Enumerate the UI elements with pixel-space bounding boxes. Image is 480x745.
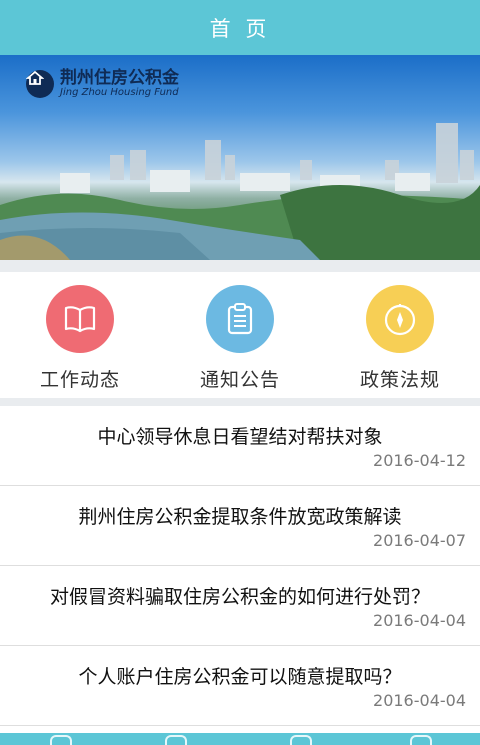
bottom-tab-bar [0, 733, 480, 745]
news-date: 2016-04-04 [373, 611, 466, 630]
news-item[interactable]: 个人账户住房公积金可以随意提取吗？ 2016-04-04 [0, 646, 480, 726]
quick-link-notices[interactable]: 通知公告 [160, 272, 320, 398]
news-date: 2016-04-12 [373, 451, 466, 470]
house-logo-icon [26, 70, 54, 98]
logo: 荆州住房公积金 Jing Zhou Housing Fund [26, 69, 179, 99]
quick-link-policies[interactable]: 政策法规 [320, 272, 480, 398]
clipboard-icon [206, 285, 274, 353]
tab-tools-icon[interactable] [290, 735, 312, 745]
divider [0, 398, 480, 406]
tab-home-icon[interactable] [50, 735, 72, 745]
title-bar: 首 页 [0, 0, 480, 55]
news-title: 中心领导休息日看望结对帮扶对象 [97, 426, 383, 448]
compass-icon [366, 285, 434, 353]
news-title: 荆州住房公积金提取条件放宽政策解读 [78, 506, 402, 528]
quick-link-label: 政策法规 [359, 369, 440, 391]
org-name-cn: 荆州住房公积金 [60, 68, 179, 88]
news-date: 2016-04-04 [373, 691, 466, 710]
quick-link-label: 工作动态 [39, 369, 120, 391]
book-icon [46, 285, 114, 353]
banner-image[interactable]: 荆州住房公积金 Jing Zhou Housing Fund [0, 55, 480, 260]
quick-link-work-news[interactable]: 工作动态 [0, 272, 160, 398]
news-title: 对假冒资料骗取住房公积金的如何进行处罚？ [49, 586, 430, 608]
divider [0, 260, 480, 272]
quick-link-label: 通知公告 [199, 369, 280, 391]
news-list: 中心领导休息日看望结对帮扶对象 2016-04-12 荆州住房公积金提取条件放宽… [0, 406, 480, 726]
news-title: 个人账户住房公积金可以随意提取吗？ [78, 666, 402, 688]
news-item[interactable]: 中心领导休息日看望结对帮扶对象 2016-04-12 [0, 406, 480, 486]
tab-document-icon[interactable] [165, 735, 187, 745]
org-name-en: Jing Zhou Housing Fund [60, 87, 179, 98]
news-date: 2016-04-07 [373, 531, 466, 550]
quick-links: 工作动态 通知公告 政策法规 [0, 272, 480, 398]
news-item[interactable]: 对假冒资料骗取住房公积金的如何进行处罚？ 2016-04-04 [0, 566, 480, 646]
news-item[interactable]: 荆州住房公积金提取条件放宽政策解读 2016-04-07 [0, 486, 480, 566]
page-title: 首 页 [209, 16, 271, 41]
tab-user-icon[interactable] [410, 735, 432, 745]
